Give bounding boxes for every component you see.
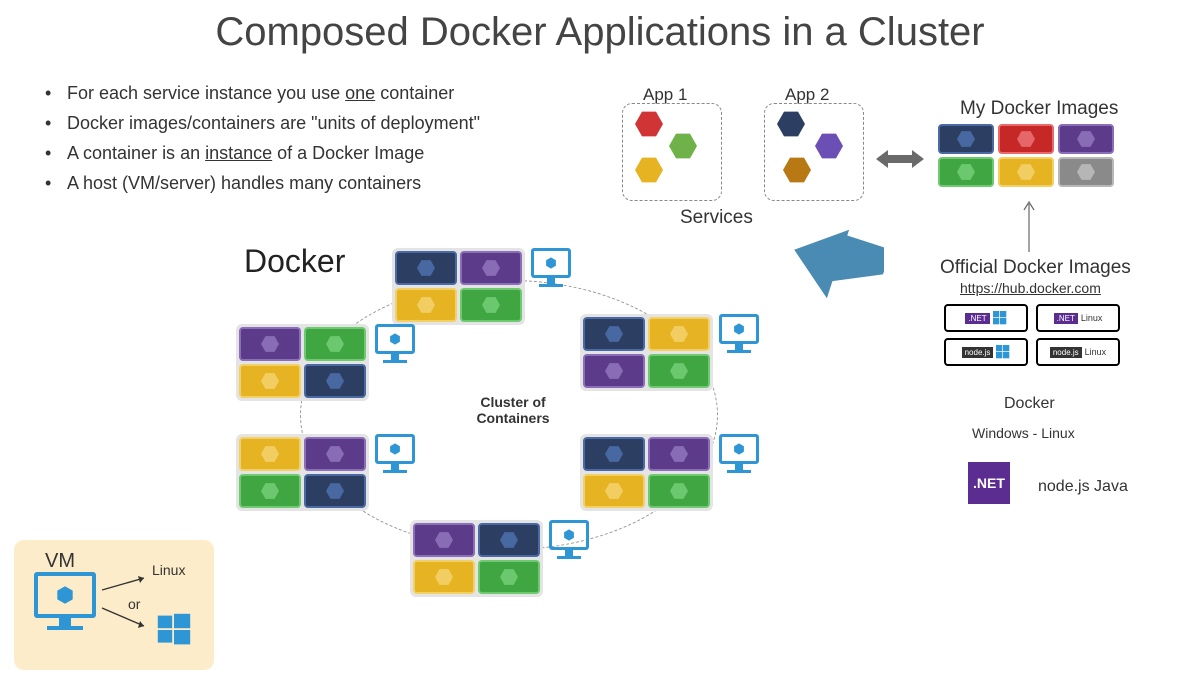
- official-images-label: Official Docker Images: [940, 257, 1131, 279]
- bullet-4: A host (VM/server) handles many containe…: [45, 170, 480, 198]
- bullet-1: For each service instance you use one co…: [45, 80, 480, 108]
- cluster-node-top: [392, 248, 571, 325]
- bullet-3: A container is an instance of a Docker I…: [45, 140, 480, 168]
- services-label: Services: [680, 207, 753, 229]
- container-yellow-icon: [998, 157, 1054, 187]
- vm-linux-label: Linux: [152, 562, 185, 578]
- big-arrow-icon: [792, 228, 884, 300]
- monitor-icon: [719, 434, 759, 480]
- app1-box: [622, 103, 722, 201]
- app2-label: App 2: [785, 85, 829, 105]
- official-net-win: .NET: [944, 304, 1028, 332]
- official-node-win: node.js: [944, 338, 1028, 366]
- my-images-row1: [938, 124, 1114, 154]
- official-node-linux: node.jsLinux: [1036, 338, 1120, 366]
- container-purple-icon: [1058, 124, 1114, 154]
- hex-red-icon: [635, 110, 663, 138]
- container-green-icon: [938, 157, 994, 187]
- container-red-icon: [998, 124, 1054, 154]
- hex-brown-icon: [783, 156, 811, 184]
- windows-flag-icon: [156, 612, 192, 648]
- container-navy-icon: [938, 124, 994, 154]
- page-title: Composed Docker Applications in a Cluste…: [0, 0, 1200, 73]
- monitor-icon: [549, 520, 589, 566]
- cluster-label: Cluster ofContainers: [463, 394, 563, 426]
- docker-word: Docker: [1004, 395, 1055, 413]
- container-grey-icon: [1058, 157, 1114, 187]
- cluster-node-botright: [580, 434, 759, 511]
- hex-yellow-icon: [635, 156, 663, 184]
- monitor-icon: [375, 434, 415, 480]
- app2-box: [764, 103, 864, 201]
- cluster-node-topleft: [236, 324, 415, 401]
- vm-monitor-icon: [34, 572, 96, 634]
- hub-url[interactable]: https://hub.docker.com: [960, 280, 1101, 296]
- cluster-node-topright: [580, 314, 759, 391]
- node-java-label: node.js Java: [1038, 478, 1128, 496]
- bullet-2: Docker images/containers are "units of d…: [45, 110, 480, 138]
- hex-green-icon: [669, 132, 697, 160]
- double-arrow-icon: [876, 148, 924, 170]
- monitor-icon: [531, 248, 571, 294]
- app1-label: App 1: [643, 85, 687, 105]
- vm-arrow-win-icon: [98, 604, 154, 634]
- cluster-node-bottom: [410, 520, 589, 597]
- hex-navy-icon: [777, 110, 805, 138]
- cluster-node-botleft: [236, 434, 415, 511]
- vm-title: VM: [45, 550, 75, 573]
- up-arrow-icon: [1022, 196, 1036, 252]
- hex-purple-icon: [815, 132, 843, 160]
- windows-linux-label: Windows - Linux: [972, 425, 1075, 441]
- monitor-icon: [719, 314, 759, 360]
- docker-label: Docker: [244, 243, 345, 280]
- my-images-row2: [938, 157, 1114, 187]
- official-net-linux: .NETLinux: [1036, 304, 1120, 332]
- bullet-list: For each service instance you use one co…: [45, 80, 480, 200]
- monitor-icon: [375, 324, 415, 370]
- vm-arrow-linux-icon: [98, 574, 154, 594]
- net-square-icon: .NET: [968, 462, 1010, 504]
- my-docker-images-label: My Docker Images: [960, 98, 1118, 120]
